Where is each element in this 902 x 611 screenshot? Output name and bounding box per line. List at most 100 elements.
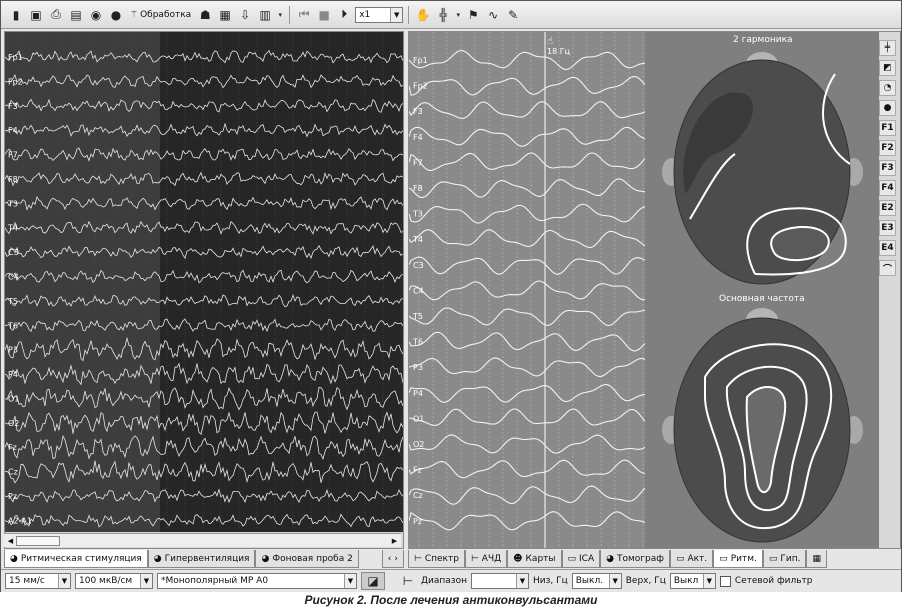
play-icon[interactable]: ⏵ [335, 6, 353, 24]
print-icon[interactable]: ⎙ [47, 6, 65, 24]
tab-hyper[interactable]: ▭ Гип. [762, 550, 807, 568]
low-freq-select[interactable]: Выкл. ▼ [571, 573, 622, 589]
channel-label: Cz [413, 491, 423, 500]
top-head-map[interactable] [645, 44, 879, 294]
eye-icon[interactable]: ◉ [87, 6, 105, 24]
tab-scroll-right-icon[interactable]: › [394, 554, 398, 564]
processing-button[interactable]: ⚚ Обработка [127, 10, 194, 20]
palette-f1-icon[interactable]: F1 [879, 120, 896, 136]
tab-ica[interactable]: ▭ ICA [561, 550, 601, 568]
tab-afc[interactable]: ⊢ АЧД [464, 550, 508, 568]
open-icon[interactable]: ▮ [7, 6, 25, 24]
tab-scroll-buttons[interactable]: ‹ › [381, 550, 404, 568]
range-select[interactable]: ▼ [470, 573, 529, 589]
scroll-left-icon[interactable]: ◀ [5, 535, 16, 547]
eeg-raw-panel: Fp1 Fp2 F3 F4 F7 F8 T3 T4 C3 C4 T5 T6 P3 P4 O1 O2 Fz Cz Pz… [4, 31, 404, 549]
palette-f2-icon[interactable]: F2 [879, 140, 896, 156]
rhythm-icon: ▭ [719, 553, 728, 564]
channel-label: F8 [8, 175, 18, 184]
cursor-frequency-readout: 18 Гц [547, 47, 571, 56]
tab-spectrum[interactable]: ⊢ Спектр [408, 550, 465, 568]
main-toolbar: ▮ ▣ ⎙ ▤ ◉ ● ⚚ Обработка ☗ ▦ ⇩ ▥ ▾ ⏮ ■ ⏵ … [1, 1, 901, 29]
chevron-down-icon: ▼ [702, 574, 715, 588]
speed-select[interactable]: 15 мм/с ▼ [5, 573, 71, 589]
horizontal-scrollbar[interactable]: ◀ ▶ [4, 533, 401, 547]
channel-label: T4 [412, 235, 423, 244]
download-icon[interactable]: ⇩ [236, 6, 254, 24]
high-freq-select[interactable]: Выкл ▼ [669, 573, 716, 589]
channel-label: F8 [413, 184, 423, 193]
spectrum-curve-icon[interactable]: ⌒ [879, 260, 896, 276]
palette-e3-icon[interactable]: E3 [879, 220, 896, 236]
skip-back-icon[interactable]: ⏮ [295, 6, 313, 24]
scroll-right-icon[interactable]: ▶ [389, 535, 400, 547]
cursor-tool-icon[interactable]: ╬ [434, 6, 452, 24]
electrode-layout-icon[interactable]: ╪ [879, 40, 896, 56]
tab-label: Гипервентиляция [164, 553, 250, 564]
palette-f4-icon[interactable]: F4 [879, 180, 896, 196]
channel-label: T6 [7, 321, 18, 330]
notch-filter-checkbox[interactable] [719, 575, 731, 587]
chevron-down-icon: ▼ [390, 7, 403, 22]
head-view-icon[interactable]: ◩ [879, 60, 896, 76]
tab-maps[interactable]: ☻ Карты [507, 550, 562, 568]
eeg-filtered-plot[interactable]: Fp1 Fp2 F3 F4 F7 F8 T3 T4 C3 C4 T5 T6 P3 P4 O1 O2 Fz Cz Pz… [409, 32, 645, 548]
channel-label: T4 [7, 224, 18, 233]
maps-icon: ☻ [513, 553, 523, 564]
channel-label: P3 [8, 346, 18, 355]
tab-hyperventilation[interactable]: ◕ Гипервентиляция [147, 550, 256, 568]
stop-icon[interactable]: ■ [315, 6, 333, 24]
record-icon[interactable]: ● [107, 6, 125, 24]
range-icon[interactable]: ⊢ [399, 572, 417, 590]
report-icon[interactable]: ▦ [216, 6, 234, 24]
tab-label: Гип. [780, 553, 801, 564]
channel-label: F7 [8, 151, 18, 160]
document-icon[interactable]: ▤ [67, 6, 85, 24]
map-tools-palette: ╪ ◩ ◔ ● F1 F2 F3 F4 E2 E3 E4 ⌒ [879, 40, 897, 276]
tab-scroll-left-icon[interactable]: ‹ [388, 554, 392, 564]
tab-tomograph[interactable]: ◕ Томограф [600, 550, 670, 568]
tab-activity[interactable]: ▭ Акт. [669, 550, 714, 568]
channel-label: Fp2 [8, 77, 23, 86]
bottom-head-map[interactable] [645, 302, 879, 547]
chevron-down-icon: ▼ [344, 574, 356, 588]
tab-rhythm[interactable]: ▭ Ритм. [713, 550, 763, 568]
pen-icon[interactable]: ✎ [504, 6, 522, 24]
dropdown-arrow-icon[interactable]: ▾ [276, 6, 284, 24]
sensitivity-select[interactable]: 100 мкВ/см ▼ [75, 573, 153, 589]
head-outline-icon[interactable]: ◔ [879, 80, 896, 96]
tab-label: Ритм. [730, 553, 757, 564]
chevron-down-icon: ▼ [608, 574, 621, 588]
montage-edit-icon[interactable]: ◪ [361, 572, 385, 590]
tab-overflow[interactable]: ▦ [806, 550, 827, 568]
analysis-panel: Fp1 Fp2 F3 F4 F7 F8 T3 T4 C3 C4 T5 T6 P3 P4 O1 O2 Fz Cz Pz… [408, 31, 901, 549]
channel-label: O2 [8, 419, 19, 428]
tab-label: ICA [579, 553, 595, 564]
palette-f3-icon[interactable]: F3 [879, 160, 896, 176]
grid-icon: ▦ [812, 553, 821, 564]
scrollbar-thumb[interactable] [16, 536, 60, 546]
tab-background-2[interactable]: ◕ Фоновая проба 2 [255, 550, 359, 568]
hand-icon[interactable]: ✋ [414, 6, 432, 24]
toolbar-divider [408, 5, 410, 24]
users-icon[interactable]: ☗ [196, 6, 214, 24]
filled-head-icon[interactable]: ● [879, 100, 896, 116]
palette-e4-icon[interactable]: E4 [879, 240, 896, 256]
eeg-raw-plot[interactable]: Fp1 Fp2 F3 F4 F7 F8 T3 T4 C3 C4 T5 T6 P3 P4 O1 O2 Fz Cz Pz… [5, 32, 403, 532]
save-icon[interactable]: ▣ [27, 6, 45, 24]
playback-speed-select[interactable]: x1 ▼ [355, 6, 404, 23]
range-label: Диапазон [421, 576, 467, 586]
channel-label: C4 [413, 286, 424, 295]
wand-icon: ⚚ [130, 9, 139, 20]
export-icon[interactable]: ▥ [256, 6, 274, 24]
montage-select[interactable]: *Монополярный МР А0 ▼ [157, 573, 357, 589]
tab-photic[interactable]: ◕ Ритмическая стимуляция [4, 550, 148, 568]
dropdown-arrow-icon[interactable]: ▾ [454, 6, 462, 24]
marker-icon[interactable]: ⚑ [464, 6, 482, 24]
hyper-icon: ▭ [768, 553, 778, 564]
figure-caption: Рисунок 2. После лечения антиконвульсант… [304, 593, 598, 607]
chevron-down-icon: ▼ [515, 574, 528, 588]
wave-icon[interactable]: ∿ [484, 6, 502, 24]
palette-e2-icon[interactable]: E2 [879, 200, 896, 216]
right-tabbar: ⊢ Спектр ⊢ АЧД ☻ Карты ▭ ICA ◕ Томограф … [408, 550, 901, 568]
